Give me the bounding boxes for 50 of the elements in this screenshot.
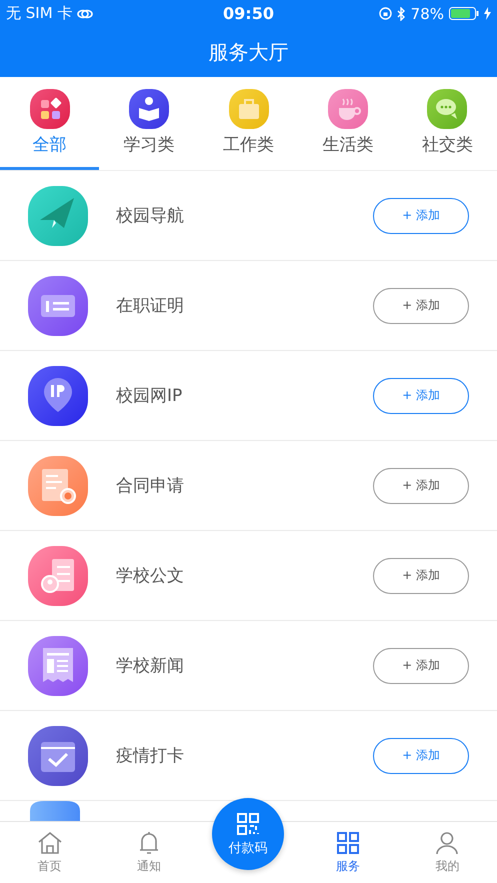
cup-icon [328, 88, 368, 128]
bluetooth-icon [396, 6, 406, 20]
nav-tab[interactable]: 通知 [99, 822, 199, 883]
contract-icon [28, 456, 88, 516]
category-tab[interactable]: 学习类 [99, 77, 199, 170]
page-title: 服务大厅 [208, 38, 288, 66]
document-icon [28, 546, 88, 606]
battery-icon [449, 7, 479, 20]
charging-icon [484, 7, 491, 20]
add-button[interactable]: + 添加 [373, 378, 469, 414]
add-button[interactable]: + 添加 [373, 288, 469, 324]
category-tab[interactable]: 工作类 [198, 77, 298, 170]
service-name: 合同申请 [116, 475, 185, 497]
status-time: 09:50 [223, 4, 274, 23]
nav-tab[interactable]: 我的 [398, 822, 497, 883]
chat-icon [427, 88, 468, 128]
nav-tab[interactable]: 服务 [298, 822, 398, 883]
person-icon [434, 830, 460, 856]
add-button[interactable]: + 添加 [373, 558, 469, 594]
link-icon [77, 8, 94, 20]
category-tab[interactable]: 社交类 [398, 77, 497, 170]
news-icon [28, 636, 88, 696]
add-button[interactable]: + 添加 [373, 648, 469, 684]
service-name: 学校新闻 [116, 655, 185, 677]
reader-icon [129, 88, 170, 128]
service-name: 在职证明 [116, 295, 185, 317]
category-tab[interactable]: 生活类 [298, 77, 398, 170]
pin-icon [28, 366, 88, 426]
grid-icon [334, 830, 361, 856]
add-button[interactable]: + 添加 [373, 198, 469, 234]
plane-icon [28, 186, 88, 246]
rotation-lock-icon [378, 7, 392, 20]
service-name: 学校公文 [116, 565, 185, 587]
service-name: 校园导航 [116, 205, 185, 227]
category-tab[interactable]: 全部 [0, 77, 100, 170]
briefcase-icon [228, 88, 269, 128]
qr-code-icon [236, 812, 260, 836]
battery-percent: 78% [410, 4, 444, 22]
home-icon [36, 830, 63, 856]
calendar-icon [28, 726, 88, 786]
app-icon [30, 801, 80, 821]
service-name: 疫情打卡 [116, 745, 185, 767]
payment-code-button[interactable]: 付款码 [212, 798, 284, 870]
nav-tab[interactable]: 首页 [0, 822, 100, 883]
service-name: 校园网IP [116, 385, 184, 407]
grid-icon [30, 88, 70, 128]
idcard-icon [28, 276, 88, 336]
add-button[interactable]: + 添加 [373, 468, 469, 504]
add-button[interactable]: + 添加 [373, 738, 469, 774]
carrier-text: 无 SIM 卡 [6, 4, 72, 23]
